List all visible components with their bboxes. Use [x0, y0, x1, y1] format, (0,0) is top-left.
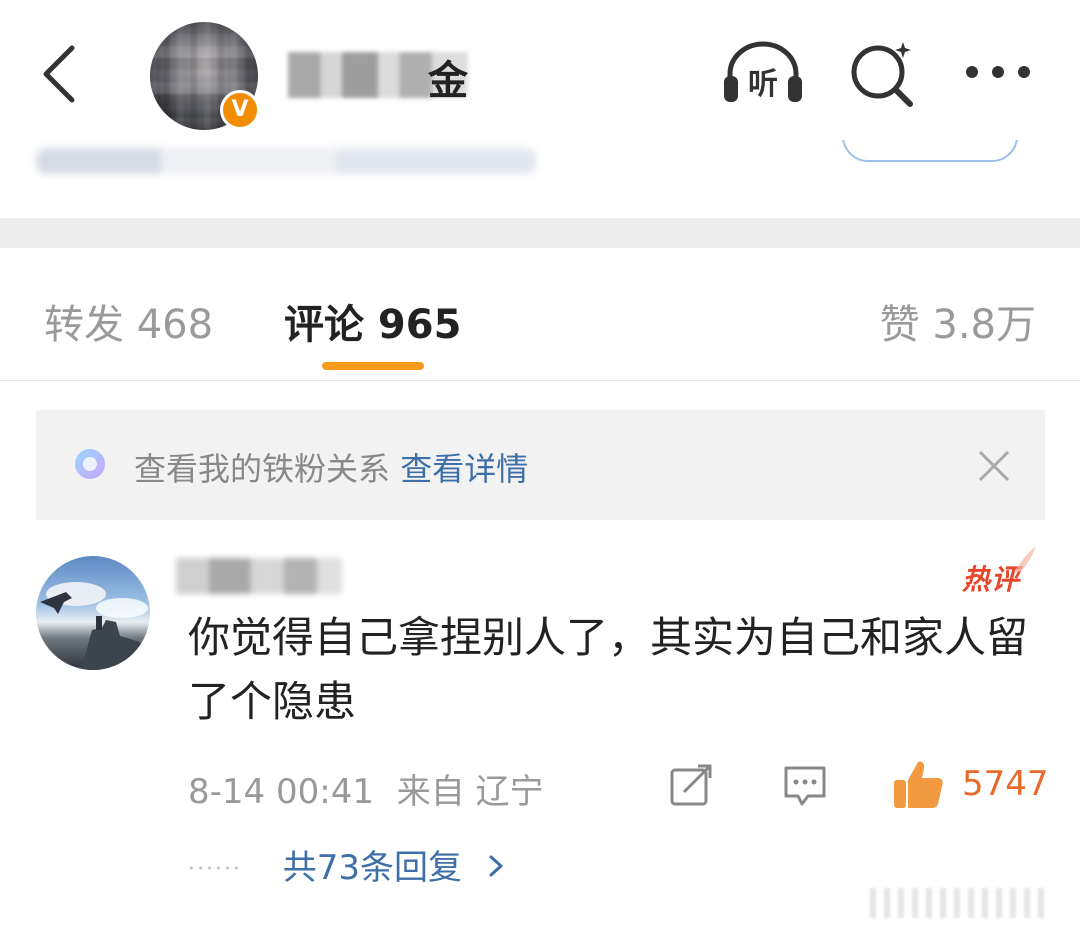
- flame-icon: [1014, 546, 1036, 572]
- sparkle-icon: [75, 449, 105, 479]
- search-icon[interactable]: [848, 38, 918, 108]
- author-info-blurred: [36, 148, 536, 174]
- comment-meta: 8-14 00:41 来自 辽宁: [188, 764, 544, 813]
- banner-details-link[interactable]: 查看详情: [400, 450, 528, 488]
- banner-text: 查看我的铁粉关系: [134, 450, 391, 488]
- view-replies-link[interactable]: ······ 共73条回复: [188, 840, 505, 889]
- replies-dots: ······: [188, 857, 242, 882]
- follow-button[interactable]: [842, 140, 1018, 162]
- like-icon[interactable]: [892, 758, 944, 810]
- author-info-row: [0, 140, 1080, 218]
- listen-icon[interactable]: 听: [718, 38, 808, 108]
- comment-location: 来自 辽宁: [396, 772, 544, 812]
- comment-time: 8-14 00:41: [188, 772, 374, 812]
- top-bar: V 金 听: [0, 0, 1080, 141]
- share-icon[interactable]: [668, 764, 714, 808]
- back-icon[interactable]: [36, 42, 86, 106]
- like-count: 5747: [962, 764, 1049, 804]
- tab-reposts[interactable]: 转发 468: [44, 292, 213, 350]
- author-name-fragment: 金: [428, 58, 468, 104]
- banner-text-wrap: 查看我的铁粉关系 查看详情: [134, 444, 528, 490]
- active-tab-indicator: [322, 362, 424, 370]
- reply-icon[interactable]: [782, 764, 828, 808]
- avatar-image: [40, 582, 150, 670]
- tab-likes[interactable]: 赞 3.8万: [880, 292, 1036, 350]
- tab-bar: 转发 468 评论 965 赞 3.8万: [0, 248, 1080, 381]
- chevron-right-icon: [489, 855, 503, 877]
- listen-label: 听: [748, 67, 778, 102]
- more-icon[interactable]: [962, 56, 1034, 86]
- comment-text: 你觉得自己拿捏别人了，其实为自己和家人留了个隐患: [188, 613, 1029, 726]
- watermark: [870, 888, 1050, 918]
- fans-banner: 查看我的铁粉关系 查看详情: [36, 410, 1045, 520]
- verified-badge: V: [220, 90, 260, 130]
- tab-comments[interactable]: 评论 965: [284, 292, 461, 350]
- close-icon[interactable]: [974, 446, 1014, 486]
- commenter-avatar[interactable]: [36, 556, 150, 670]
- replies-count: 共73条回复: [282, 848, 463, 888]
- section-divider: [0, 218, 1080, 248]
- commenter-name-blurred[interactable]: [176, 558, 342, 594]
